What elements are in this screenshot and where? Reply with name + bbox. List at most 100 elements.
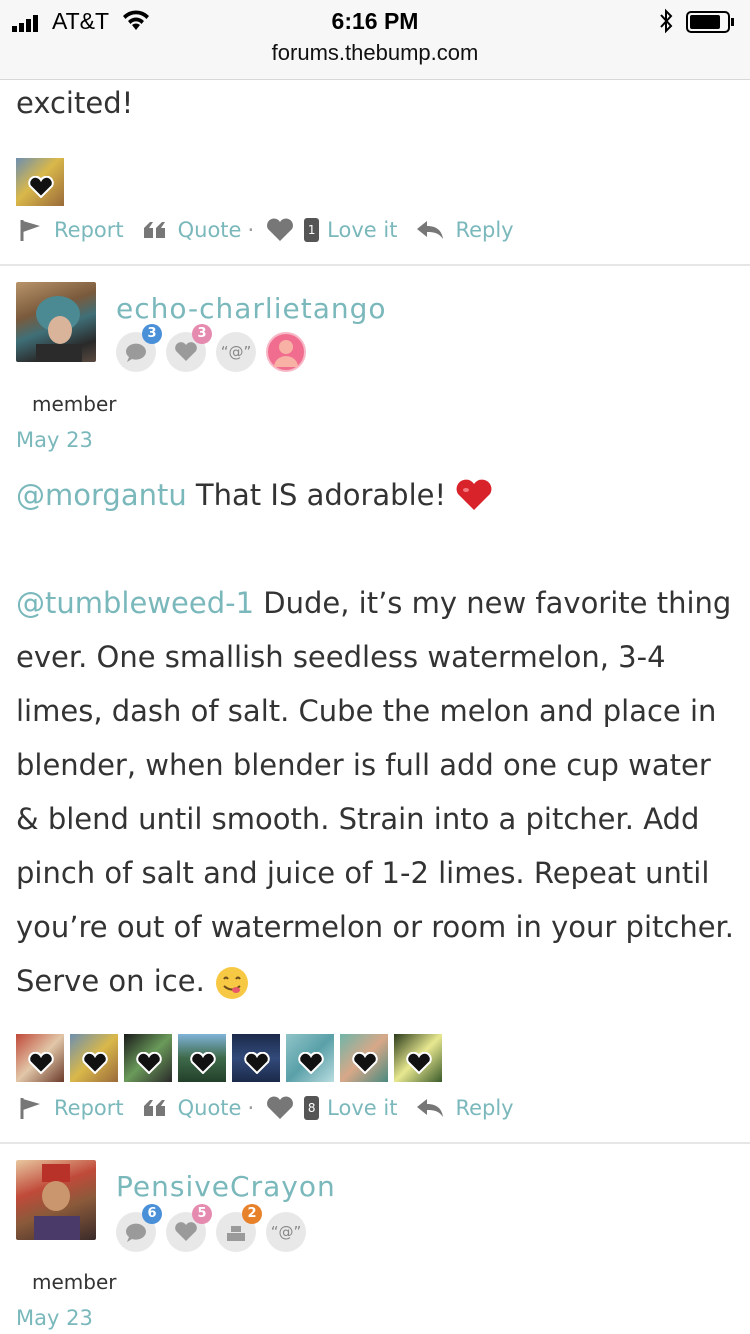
love-avatar-thumb[interactable]: [70, 1034, 118, 1082]
comments-count: 3: [142, 324, 162, 344]
quote-icon: [143, 222, 165, 238]
post-body: @morgantu That IS adorable! @tumbleweed-…: [16, 468, 741, 1008]
love-avatar-thumb[interactable]: [394, 1034, 442, 1082]
love-avatar-thumb[interactable]: [232, 1034, 280, 1082]
post-divider: [0, 1142, 750, 1144]
heart-icon: [190, 1052, 216, 1074]
likes-badge[interactable]: 5: [166, 1204, 212, 1252]
user-role: member: [32, 1270, 117, 1294]
comments-count: 6: [142, 1204, 162, 1224]
post-text: Dude, it’s my new favorite thing: [254, 586, 732, 620]
heart-icon: [352, 1052, 378, 1074]
browser-top-bar: AT&T 6:16 PM forums.thebump.com: [0, 0, 750, 80]
post-text: Serve on ice.: [16, 964, 215, 998]
username[interactable]: PensiveCrayon: [116, 1170, 336, 1203]
battery-icon: [686, 11, 734, 33]
post-text: That IS adorable!: [186, 478, 456, 512]
post-line: blender, when blender is full add one cu…: [16, 748, 711, 782]
heart-icon: [406, 1052, 432, 1074]
love-avatar-thumb[interactable]: [124, 1034, 172, 1082]
quote-link[interactable]: Quote: [178, 218, 242, 242]
comment-icon: [125, 1223, 146, 1242]
likes-badge[interactable]: 3: [166, 324, 212, 372]
avatar[interactable]: [16, 282, 96, 362]
heart-icon: [136, 1052, 162, 1074]
reply-link[interactable]: Reply: [455, 1096, 513, 1120]
mention-link[interactable]: @tumbleweed-1: [16, 586, 254, 620]
previous-post-text: excited!: [16, 86, 134, 120]
bluetooth-icon: [660, 8, 673, 34]
flag-icon: [20, 1098, 40, 1119]
heart-icon: [28, 176, 54, 198]
love-heart-icon: [267, 1096, 294, 1119]
avatar[interactable]: [16, 1160, 96, 1240]
profile-badge[interactable]: [266, 332, 306, 372]
red-heart-emoji-icon: [456, 479, 492, 510]
quote-icon: [143, 1100, 165, 1116]
post-line: @morgantu That IS adorable!: [16, 468, 741, 522]
mention-badge-label: “@”: [270, 1223, 302, 1241]
love-count-badge: 8: [304, 1096, 320, 1120]
mention-badge[interactable]: “@”: [216, 332, 256, 372]
comment-icon: [125, 343, 146, 362]
heart-icon: [28, 1052, 54, 1074]
reply-link[interactable]: Reply: [455, 218, 513, 242]
flag-icon: [20, 220, 40, 241]
comments-badge[interactable]: 6: [116, 1204, 162, 1252]
separator-dot: ·: [247, 218, 255, 242]
reply-icon: [417, 1099, 444, 1117]
person-icon: [274, 340, 298, 367]
mention-badge-label: “@”: [220, 343, 252, 361]
heart-icon: [298, 1052, 324, 1074]
post-line: & blend until smooth. Strain into a pitc…: [16, 802, 700, 836]
heart-icon: [175, 342, 197, 361]
post-line: ever. One smallish seedless watermelon, …: [16, 640, 666, 674]
post-line: you’re out of watermelon or room in your…: [16, 910, 735, 944]
likes-count: 5: [192, 1204, 212, 1224]
separator-dot: ·: [247, 1096, 255, 1120]
report-link[interactable]: Report: [54, 218, 124, 242]
love-it-link[interactable]: Love it: [327, 1096, 397, 1120]
status-time: 6:16 PM: [331, 8, 419, 34]
reply-icon: [417, 221, 444, 239]
post-love-thumbs: [16, 1034, 448, 1082]
mention-badge[interactable]: “@”: [266, 1212, 306, 1252]
heart-icon: [244, 1052, 270, 1074]
love-heart-icon: [267, 218, 294, 241]
mention-link[interactable]: @morgantu: [16, 478, 187, 512]
heart-icon: [175, 1222, 197, 1241]
stack-icon: [227, 1226, 245, 1241]
user-role: member: [32, 392, 117, 416]
quote-link[interactable]: Quote: [178, 1096, 242, 1120]
previous-post-love-thumbs: [16, 158, 70, 206]
love-avatar-thumb[interactable]: [178, 1034, 226, 1082]
address-bar-url[interactable]: forums.thebump.com: [0, 40, 750, 66]
report-link[interactable]: Report: [54, 1096, 124, 1120]
love-it-link[interactable]: Love it: [327, 218, 397, 242]
post-actions: Report Quote · 8 Love it Reply: [18, 1090, 532, 1126]
love-avatar-thumb[interactable]: [16, 158, 64, 206]
post-date[interactable]: May 23: [16, 428, 93, 452]
user-badges: 6 5 2 “@”: [116, 1204, 316, 1256]
love-count-badge: 1: [304, 218, 320, 242]
previous-post-actions: Report Quote · 1 Love it Reply: [18, 212, 532, 248]
posts-badge[interactable]: 2: [216, 1204, 262, 1252]
post-line: limes, dash of salt. Cube the melon and …: [16, 694, 717, 728]
heart-icon: [82, 1052, 108, 1074]
username[interactable]: echo-charlietango: [116, 292, 387, 325]
love-avatar-thumb[interactable]: [340, 1034, 388, 1082]
love-avatar-thumb[interactable]: [16, 1034, 64, 1082]
avatar-portrait-icon: [36, 296, 82, 362]
status-bar: AT&T 6:16 PM: [0, 8, 750, 36]
posts-count: 2: [242, 1204, 262, 1224]
post-line: @tumbleweed-1 Dude, it’s my new favorite…: [16, 576, 741, 630]
avatar-portrait-icon: [34, 1164, 80, 1240]
user-badges: 3 3 “@”: [116, 324, 316, 376]
likes-count: 3: [192, 324, 212, 344]
post-date[interactable]: May 23: [16, 1306, 93, 1330]
post-line: Serve on ice.: [16, 954, 741, 1008]
comments-badge[interactable]: 3: [116, 324, 162, 372]
post-line: pinch of salt and juice of 1-2 limes. Re…: [16, 856, 710, 890]
love-avatar-thumb[interactable]: [286, 1034, 334, 1082]
